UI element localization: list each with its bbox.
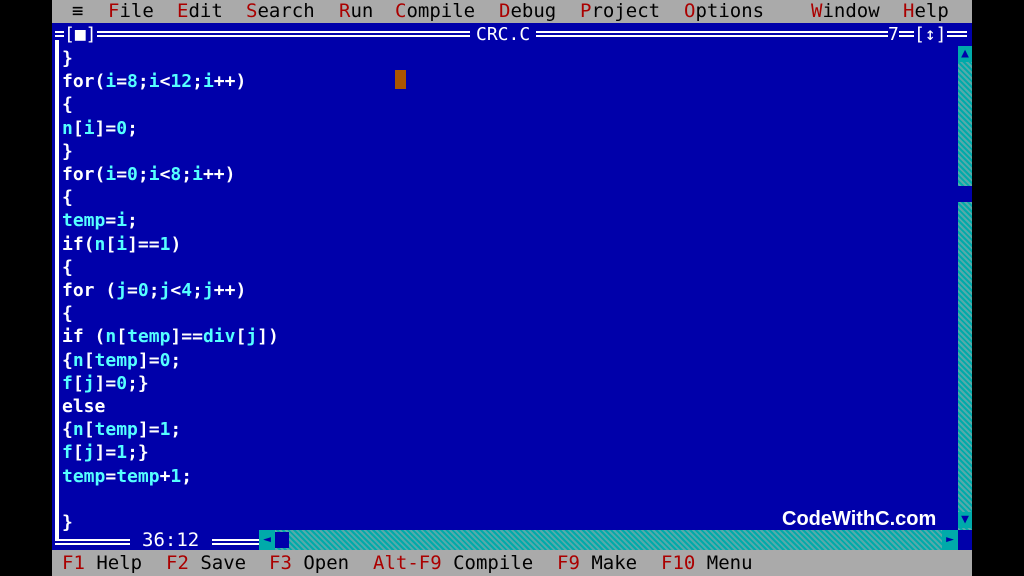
zoom-icon: [↕] [914, 24, 947, 45]
text-cursor [395, 70, 406, 89]
turbo-c-ide: ≡ File Edit Search Run Compile Debug Pro… [52, 0, 972, 576]
up-arrow-icon[interactable]: ▲ [958, 46, 972, 62]
close-box[interactable]: [■] [64, 23, 97, 46]
vertical-scrollbar[interactable]: ▲ ▼ [958, 46, 972, 530]
code-line: } [62, 140, 73, 162]
code-line: if(n[i]==1) [62, 233, 182, 255]
down-arrow-icon[interactable]: ▼ [958, 512, 972, 528]
code-line: f[j]=1;} [62, 442, 149, 464]
left-arrow-icon[interactable]: ◄ [259, 530, 275, 550]
code-line: for(i=8;i<12;i++) [62, 71, 247, 93]
frame-left-border [55, 40, 59, 530]
right-arrow-icon[interactable]: ► [942, 530, 958, 550]
system-menu[interactable]: ≡ [72, 0, 83, 23]
vertical-scroll-thumb[interactable] [958, 186, 972, 202]
menu-window[interactable]: Window [811, 0, 880, 23]
code-line: { [62, 187, 73, 209]
window-bottom-frame: 36:12 [52, 530, 259, 550]
menu-project[interactable]: Project [580, 0, 660, 23]
code-editor[interactable]: } for(i=8;i<12;i++){n[i]=0;} for(i=0;i<8;i… [62, 46, 952, 533]
frame-bottom-border-right [212, 539, 259, 545]
system-menu-icon: ≡ [72, 0, 84, 22]
code-line: else [62, 396, 106, 417]
window-title-bar: [■] CRC.C 7 [↕] [52, 23, 972, 46]
status-bar: F1 Help F2 Save F3 Open Alt-F9 Compile F… [52, 550, 972, 576]
menu-search[interactable]: Search [246, 0, 315, 23]
close-icon: [■] [64, 24, 97, 45]
window-number: 7 [888, 23, 899, 46]
code-line: if (n[temp]==div[j]) [62, 326, 279, 348]
cursor-position: 36:12 [142, 529, 200, 551]
zoom-box[interactable]: [↕] [914, 23, 947, 46]
menu-bar: ≡ File Edit Search Run Compile Debug Pro… [52, 0, 972, 23]
code-line: f[j]=0;} [62, 372, 149, 394]
alt-f9-compile-button[interactable]: Alt-F9 Compile [373, 550, 533, 576]
code-line: {n[temp]=0; [62, 349, 182, 371]
f3-open-button[interactable]: F3 Open [269, 550, 349, 576]
menu-help[interactable]: Help [903, 0, 949, 23]
window-title: CRC.C [470, 23, 537, 46]
watermark: CodeWithC.com [782, 508, 937, 530]
code-line: { [62, 256, 73, 278]
menu-file[interactable]: File [108, 0, 154, 23]
f9-make-button[interactable]: F9 Make [557, 550, 637, 576]
code-line: n[i]=0; [62, 117, 138, 139]
code-line: { [62, 303, 73, 325]
f1-help-button[interactable]: F1 Help [62, 550, 142, 576]
code-line: for(i=0;i<8;i++) [62, 164, 236, 185]
frame-bottom-border [55, 539, 130, 545]
code-line: { [62, 94, 73, 116]
f10-menu-button[interactable]: F10 Menu [661, 550, 753, 576]
code-line: } [62, 48, 73, 69]
code-line: for (j=0;j<4;j++) [62, 280, 247, 301]
horizontal-scroll-thumb[interactable] [275, 532, 289, 548]
menu-options[interactable]: Options [684, 0, 764, 23]
horizontal-scrollbar[interactable]: ◄ ► [259, 530, 958, 550]
menu-edit[interactable]: Edit [177, 0, 223, 23]
code-line: temp=i; [62, 210, 138, 232]
f2-save-button[interactable]: F2 Save [166, 550, 246, 576]
menu-debug[interactable]: Debug [499, 0, 556, 23]
code-line: temp=temp+1; [62, 465, 193, 487]
menu-compile[interactable]: Compile [395, 0, 475, 23]
menu-run[interactable]: Run [339, 0, 373, 23]
code-line: {n[temp]=1; [62, 419, 182, 441]
